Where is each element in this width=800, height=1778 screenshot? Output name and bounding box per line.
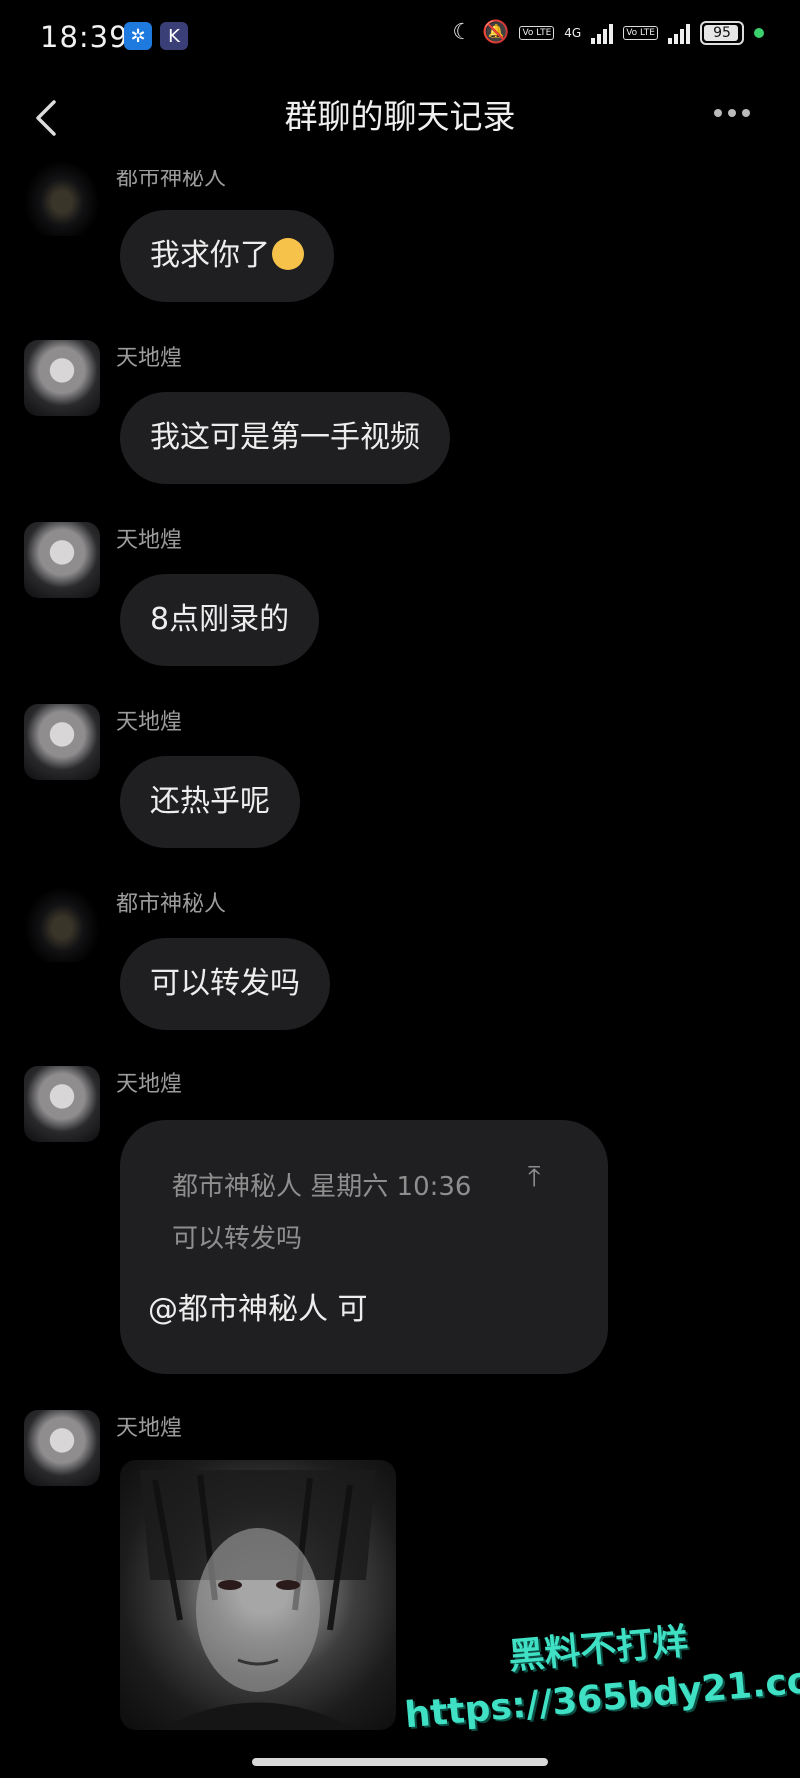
sender-name: 天地煌	[116, 710, 183, 735]
volte-icon: Vo LTE	[519, 25, 555, 40]
avatar[interactable]	[24, 160, 100, 236]
message-bubble[interactable]: 可以转发吗	[120, 938, 330, 1030]
message-text: @都市神秘人 可	[148, 1292, 368, 1327]
sender-name: 天地煌	[116, 1072, 183, 1097]
avatar[interactable]	[24, 1410, 100, 1486]
avatar[interactable]	[24, 340, 100, 416]
signal-icon	[591, 22, 614, 44]
message-text: 可以转发吗	[150, 966, 300, 1001]
sender-name: 都市神秘人	[116, 166, 227, 191]
quoted-message-text: 可以转发吗	[172, 1224, 303, 1254]
image-message[interactable]	[120, 1460, 396, 1730]
watermark-text: 黑料不打烊	[506, 1621, 690, 1678]
app-icon-2: K	[160, 22, 188, 50]
more-dot-icon	[714, 109, 722, 117]
message-bubble[interactable]: 8点刚录的	[120, 574, 320, 666]
message-bubble[interactable]: 我这可是第一手视频	[120, 392, 450, 484]
status-bar: 18:39 ✲ K ☾ 🔕 Vo LTE 4G Vo LTE 95	[0, 0, 800, 78]
do-not-disturb-icon: ☾	[452, 20, 473, 45]
reply-message-bubble[interactable]: 都市神秘人 星期六 10:36 ⤒ 可以转发吗 @都市神秘人 可	[120, 1120, 608, 1374]
sender-name: 天地煌	[116, 528, 183, 553]
signal-icon-2	[668, 22, 690, 44]
status-time: 18:39	[40, 20, 129, 54]
sender-name: 都市神秘人	[116, 892, 227, 917]
message-bubble[interactable]: 我求你了	[120, 210, 334, 302]
app-icon-1: ✲	[124, 22, 152, 50]
nav-bar: 群聊的聊天记录	[0, 78, 800, 162]
more-dot-icon	[728, 109, 736, 117]
sender-name: 天地煌	[116, 1416, 183, 1441]
page-title: 群聊的聊天记录	[284, 97, 516, 136]
avatar[interactable]	[24, 886, 100, 962]
more-button[interactable]	[714, 98, 764, 128]
battery-icon: 95	[700, 20, 744, 45]
system-icons: ☾ 🔕 Vo LTE 4G Vo LTE 95	[452, 20, 764, 45]
portrait-image	[140, 1470, 376, 1730]
avatar[interactable]	[24, 704, 100, 780]
avatar[interactable]	[24, 522, 100, 598]
message-text: 我这可是第一手视频	[150, 420, 420, 455]
muted-bell-icon: 🔕	[482, 20, 510, 45]
sender-name: 天地煌	[116, 346, 183, 371]
message-text: 我求你了	[150, 238, 270, 273]
more-dot-icon	[742, 109, 750, 117]
message-bubble[interactable]: 还热乎呢	[120, 756, 300, 848]
network-type: 4G	[564, 25, 582, 40]
quoted-message-meta: 都市神秘人 星期六 10:36	[172, 1172, 472, 1202]
message-text: 8点刚录的	[150, 602, 290, 637]
jump-to-quote-icon[interactable]: ⤒	[528, 1160, 540, 1194]
crying-emoji-icon	[272, 237, 304, 270]
privacy-indicator-dot	[754, 27, 764, 38]
avatar[interactable]	[24, 1066, 100, 1142]
volte-icon-2: Vo LTE	[623, 25, 658, 40]
message-text: 还热乎呢	[150, 784, 270, 819]
home-indicator[interactable]	[252, 1758, 548, 1766]
battery-level: 95	[713, 24, 731, 41]
